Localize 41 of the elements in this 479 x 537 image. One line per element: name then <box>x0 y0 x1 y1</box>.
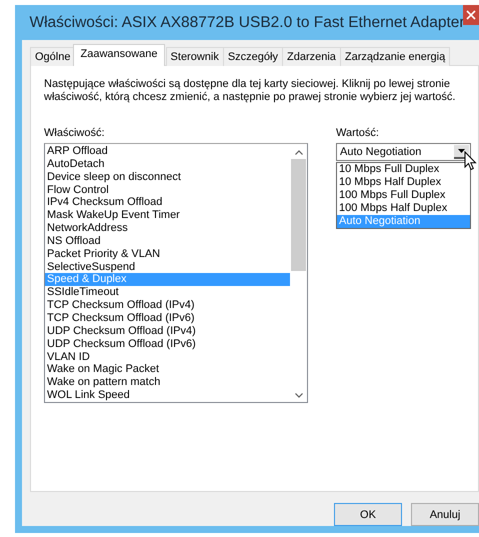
tab[interactable]: Szczegóły <box>222 47 283 66</box>
list-item[interactable]: NetworkAddress <box>45 222 290 235</box>
description-text: Następujące właściwości są dostępne dla tej karty sieciowej. Kliknij po lewej stronie właściwość, którą chcesz zmienić, a następnie po prawej stronie wybierz jej wartość. <box>44 78 456 104</box>
list-item[interactable]: SSIdleTimeout <box>45 286 290 300</box>
list-item[interactable]: ARP Offload <box>45 145 290 158</box>
list-item[interactable]: Flow Control <box>45 184 290 196</box>
list-item[interactable]: SelectiveSuspend <box>45 260 290 274</box>
close-button[interactable] <box>463 5 479 25</box>
list-item[interactable]: TCP Checksum Offload (IPv4) <box>45 299 290 312</box>
list-item[interactable]: AutoDetach <box>45 158 290 171</box>
tab[interactable]: Zaawansowane <box>73 44 165 66</box>
list-item[interactable]: VLAN ID <box>45 350 290 364</box>
tab[interactable]: Sterownik <box>166 47 224 66</box>
window-title: Właściwości: ASIX AX88772B USB2.0 to Fast Ethernet Adapter <box>29 14 465 32</box>
list-item[interactable]: WOL Link Speed <box>45 389 290 402</box>
dropdown-option[interactable]: 100 Mbps Full Duplex <box>337 189 470 202</box>
tab[interactable]: Ogólne <box>30 47 76 66</box>
property-label: Właściwość: <box>44 127 106 139</box>
dialog-button[interactable]: OK <box>334 503 402 526</box>
list-item[interactable]: UDP Checksum Offload (IPv4) <box>45 324 290 338</box>
tab[interactable]: Zdarzenia <box>282 47 341 66</box>
list-item[interactable]: IPv4 Checksum Offload <box>45 196 290 210</box>
list-item[interactable]: NS Offload <box>45 234 290 248</box>
list-item[interactable]: Device sleep on disconnect <box>45 170 290 184</box>
list-item[interactable]: Mask WakeUp Event Timer <box>45 209 290 222</box>
dropdown-arrow-icon <box>458 149 465 153</box>
close-icon <box>466 10 476 20</box>
dropdown-option[interactable]: 10 Mbps Half Duplex <box>337 176 470 189</box>
tab[interactable]: Zarządzanie energią <box>340 47 450 66</box>
list-item[interactable]: TCP Checksum Offload (IPv6) <box>45 312 290 325</box>
dialog-button[interactable]: Anuluj <box>411 503 479 526</box>
list-item[interactable]: UDP Checksum Offload (IPv6) <box>45 338 290 350</box>
list-item[interactable]: Wake on pattern match <box>45 376 290 390</box>
list-item[interactable]: Wake on Magic Packet <box>45 363 290 376</box>
value-dropdown[interactable]: Auto Negotiation <box>336 143 471 161</box>
value-label: Wartość: <box>336 127 380 139</box>
list-item[interactable]: Packet Priority & VLAN <box>45 248 290 261</box>
scroll-up-icon[interactable] <box>294 150 302 155</box>
dropdown-option[interactable]: 100 Mbps Half Duplex <box>337 202 470 215</box>
scroll-down-icon[interactable] <box>294 393 302 398</box>
scroll-thumb[interactable] <box>291 159 306 271</box>
